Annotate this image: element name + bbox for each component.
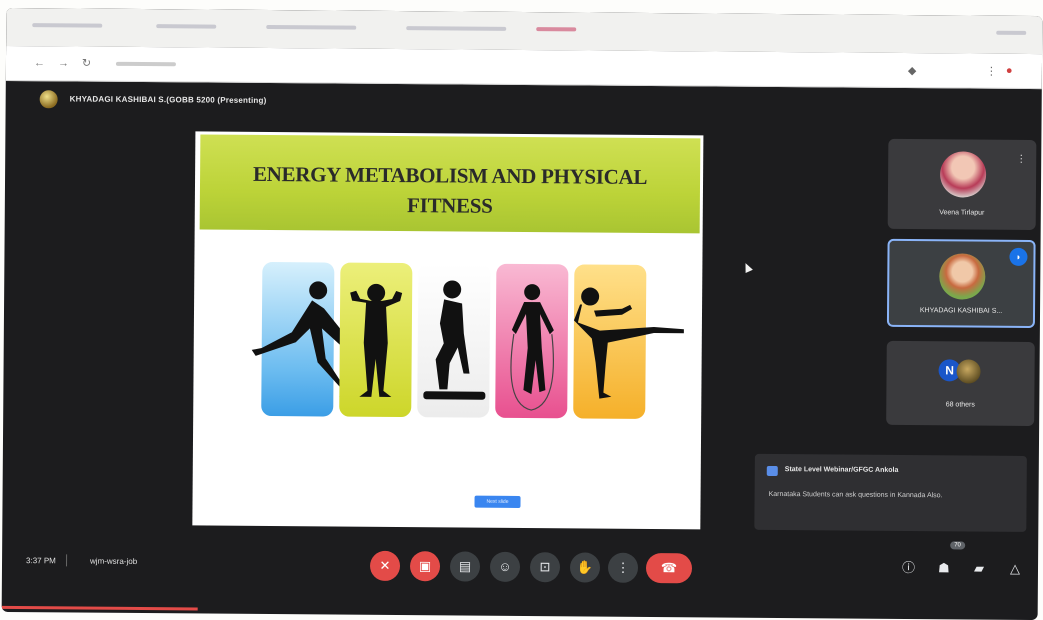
speaking-indicator-icon: ◗ xyxy=(1009,247,1028,266)
presenter-avatar xyxy=(39,90,58,109)
kick-silhouette-icon xyxy=(573,287,684,399)
participant-name: KHYADAGI KASHIBAI S... xyxy=(919,307,1003,315)
participant-tile[interactable]: ⋮ Veena Tirlapur xyxy=(887,138,1037,231)
reload-icon[interactable]: ↻ xyxy=(82,58,91,70)
next-slide-button[interactable]: Next slide xyxy=(474,495,521,508)
info-icon[interactable]: ⓘ xyxy=(902,560,915,576)
participant-name: Veena Tirlapur xyxy=(939,209,985,217)
slide-title-band: ENERGY METABOLISM AND PHYSICAL FITNESS xyxy=(199,134,701,234)
participant-tile-active-speaker[interactable]: ◗ KHYADAGI KASHIBAI S... xyxy=(886,238,1036,329)
chat-notification[interactable]: State Level Webinar/GFGC Ankola Karnatak… xyxy=(754,453,1027,532)
forward-icon[interactable]: → xyxy=(58,57,69,69)
bookmark-icon[interactable]: ◆ xyxy=(908,64,917,77)
present-icon[interactable]: ⊡ xyxy=(529,552,561,583)
browser-tab[interactable] xyxy=(536,27,577,32)
participant-avatar xyxy=(939,151,987,198)
others-tile[interactable]: N 68 others xyxy=(886,340,1035,427)
chat-sender: State Level Webinar/GFGC Ankola xyxy=(784,466,899,474)
presentation-slide: ENERGY METABOLISM AND PHYSICAL FITNESS N… xyxy=(192,131,704,530)
participant-count-badge: 70 xyxy=(950,541,965,550)
back-icon[interactable]: ← xyxy=(34,57,45,69)
raise-hand-icon[interactable]: ✋ xyxy=(569,552,601,583)
meeting-code: wjm-wsra-job xyxy=(90,556,138,566)
activities-icon[interactable]: △ xyxy=(1010,561,1020,577)
chat-icon xyxy=(766,465,778,477)
slide-title: ENERGY METABOLISM AND PHYSICAL FITNESS xyxy=(252,161,648,218)
mouse-cursor-icon xyxy=(741,261,753,274)
meet-header: KHYADAGI KASHIBAI S.(GOBB 5200 (Presenti… xyxy=(6,80,1042,128)
window-controls[interactable] xyxy=(996,30,1027,35)
profile-icon[interactable]: ● xyxy=(1006,65,1013,77)
extensions-icon[interactable]: ⋮ xyxy=(986,65,997,78)
browser-tab[interactable] xyxy=(156,24,217,29)
emoji-icon[interactable]: ☺ xyxy=(489,551,521,582)
screen-accent-line xyxy=(1,605,198,611)
camera-off-icon[interactable]: ▣ xyxy=(409,551,441,582)
presenter-title: KHYADAGI KASHIBAI S.(GOBB 5200 (Presenti… xyxy=(69,94,267,105)
chat-message: Karnataka Students can ask questions in … xyxy=(768,490,943,500)
more-options-icon[interactable]: ⋮ xyxy=(1016,154,1026,165)
captions-icon[interactable]: ▤ xyxy=(449,551,481,582)
divider xyxy=(66,554,68,567)
more-icon[interactable]: ⋮ xyxy=(607,552,639,583)
address-bar[interactable] xyxy=(106,59,626,73)
browser-tab[interactable] xyxy=(266,24,357,30)
chat-panel-icon[interactable]: ▰ xyxy=(974,561,984,577)
mic-off-icon[interactable]: ✕ xyxy=(369,550,401,582)
others-count-label: 68 others xyxy=(945,401,975,409)
fitness-panel-kick xyxy=(573,264,684,419)
browser-tab[interactable] xyxy=(32,23,103,28)
people-icon[interactable]: ☗ xyxy=(938,560,950,576)
participant-avatar xyxy=(939,253,986,300)
monitor-screen: ← → ↻ ◆ ⋮ ● KHYADAGI KASHIBAI S.(GOBB 52… xyxy=(1,7,1043,620)
participant-avatar xyxy=(956,359,981,384)
meeting-time: 3:37 PM xyxy=(26,556,56,566)
leave-call-icon[interactable]: ☎ xyxy=(645,552,693,584)
browser-tab[interactable] xyxy=(406,26,507,31)
